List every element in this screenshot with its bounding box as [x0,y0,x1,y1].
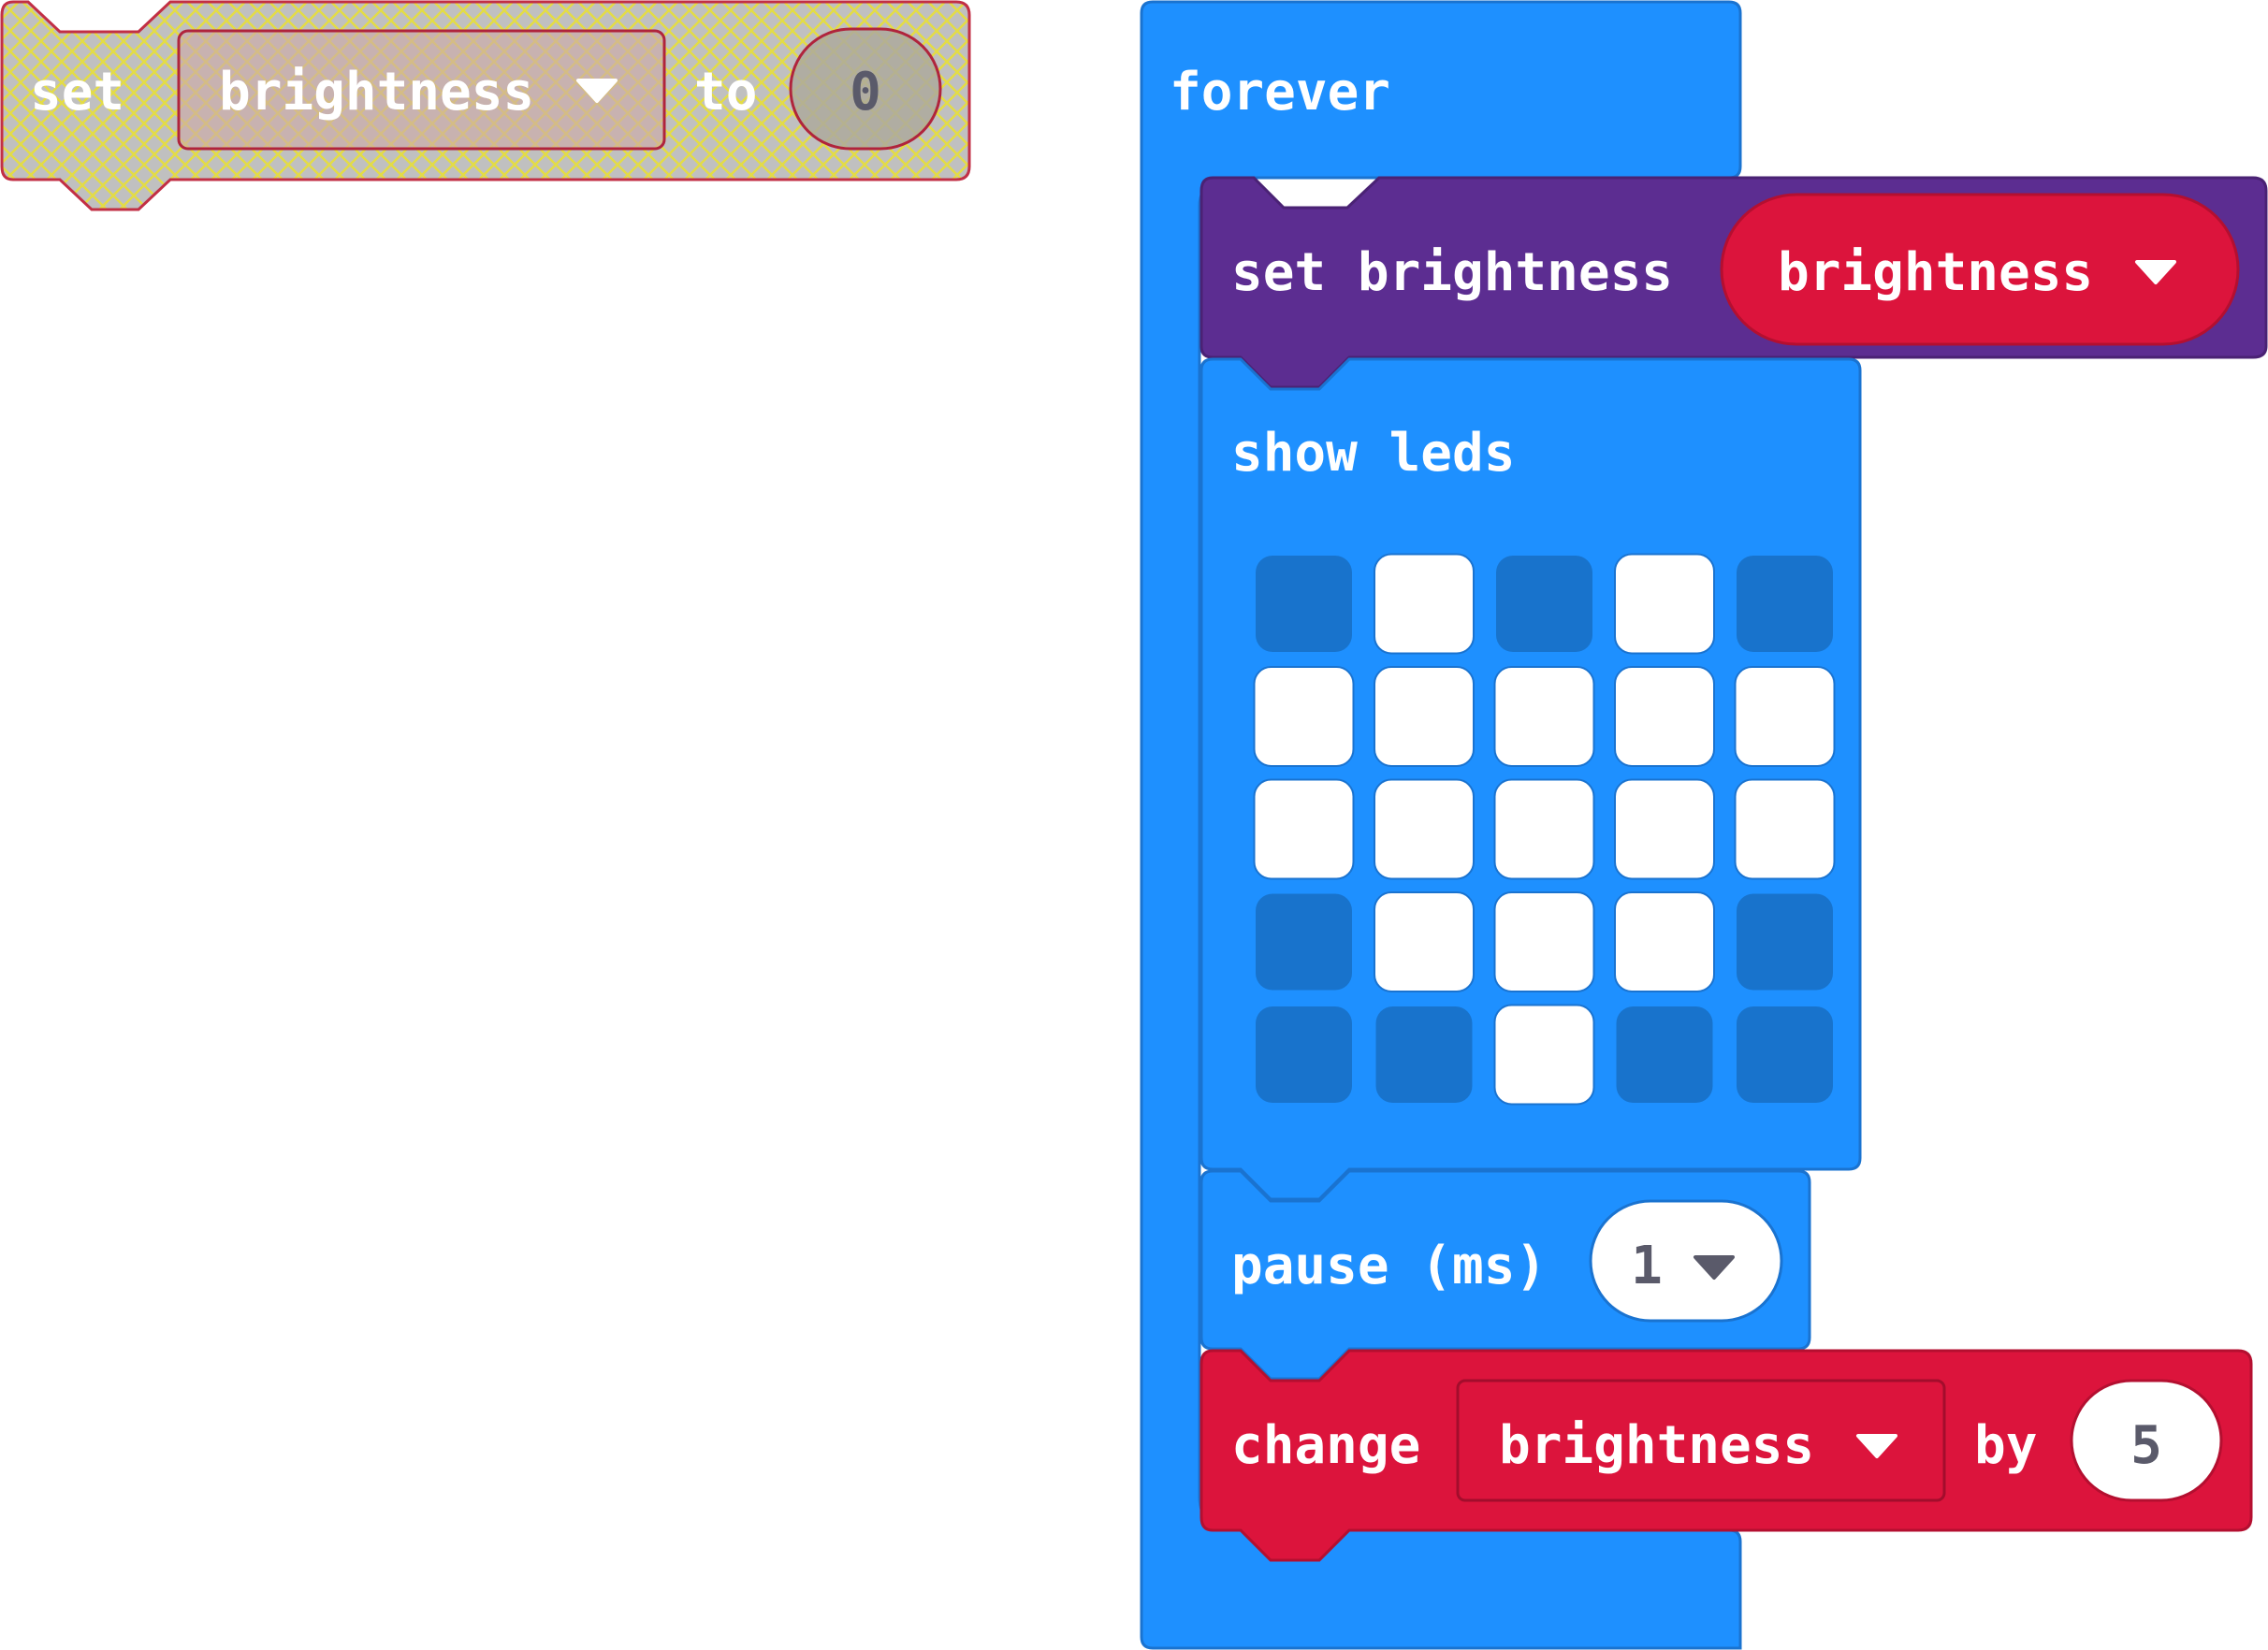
orphan-set-variable-block[interactable]: set brightness to 0 [0,0,971,211]
set-brightness-label: set brightness [1231,242,1673,303]
led-cell-2-1[interactable] [1374,778,1475,880]
led-cell-2-0[interactable] [1253,778,1355,880]
orphan-value-input[interactable]: 0 [789,27,942,151]
orphan-variable-dropdown[interactable]: brightness [177,29,666,151]
led-cell-4-3[interactable] [1616,1006,1713,1103]
led-cell-1-4[interactable] [1734,666,1836,767]
led-cell-4-0[interactable] [1256,1006,1352,1103]
led-cell-2-4[interactable] [1734,778,1836,880]
led-cell-0-2[interactable] [1496,556,1592,652]
set-brightness-block[interactable]: set brightness brightness [1199,176,2268,389]
led-cell-0-4[interactable] [1737,556,1833,652]
change-value-input[interactable]: 5 [2070,1379,2223,1502]
orphan-variable-name: brightness [219,62,534,123]
brightness-reporter-label: brightness [1778,242,2093,303]
by-word: by [1974,1415,2037,1476]
led-cell-3-4[interactable] [1737,893,1833,991]
led-cell-4-2[interactable] [1493,1004,1595,1106]
change-word: change [1231,1415,1420,1476]
change-variable-dropdown[interactable]: brightness [1456,1379,1946,1502]
led-cell-4-4[interactable] [1737,1006,1833,1103]
orphan-to-word: to [694,62,757,123]
led-cell-0-0[interactable] [1256,556,1352,652]
pause-value-dropdown[interactable]: 1 [1589,1199,1783,1323]
led-cell-3-3[interactable] [1614,891,1715,992]
led-cell-1-3[interactable] [1614,666,1715,767]
show-leds-label: show leds [1231,423,1515,484]
change-brightness-block[interactable]: change brightness by 5 [1199,1349,2253,1562]
led-cell-4-1[interactable] [1375,1006,1473,1103]
change-value-text: 5 [2130,1415,2162,1476]
led-cell-1-1[interactable] [1374,666,1475,767]
pause-value-text: 1 [1631,1236,1663,1296]
forever-label: forever [1170,62,1390,123]
led-grid [1253,553,1836,1106]
led-cell-3-2[interactable] [1493,891,1595,992]
led-cell-1-2[interactable] [1493,666,1595,767]
pause-block[interactable]: pause (ms) 1 [1199,1169,1811,1381]
change-variable-name: brightness [1499,1415,1814,1476]
brightness-reporter-dropdown[interactable]: brightness [1720,193,2240,346]
orphan-set-word: set [30,62,124,123]
led-cell-3-1[interactable] [1374,891,1475,992]
led-cell-1-0[interactable] [1253,666,1355,767]
led-cell-3-0[interactable] [1256,893,1352,991]
orphan-value-text: 0 [850,62,881,123]
show-leds-block[interactable]: show leds [1199,357,1862,1201]
led-cell-0-3[interactable] [1614,553,1715,655]
led-cell-0-1[interactable] [1374,553,1475,655]
led-cell-2-2[interactable] [1493,778,1595,880]
pause-label: pause (ms) [1231,1236,1547,1296]
led-cell-2-3[interactable] [1614,778,1715,880]
